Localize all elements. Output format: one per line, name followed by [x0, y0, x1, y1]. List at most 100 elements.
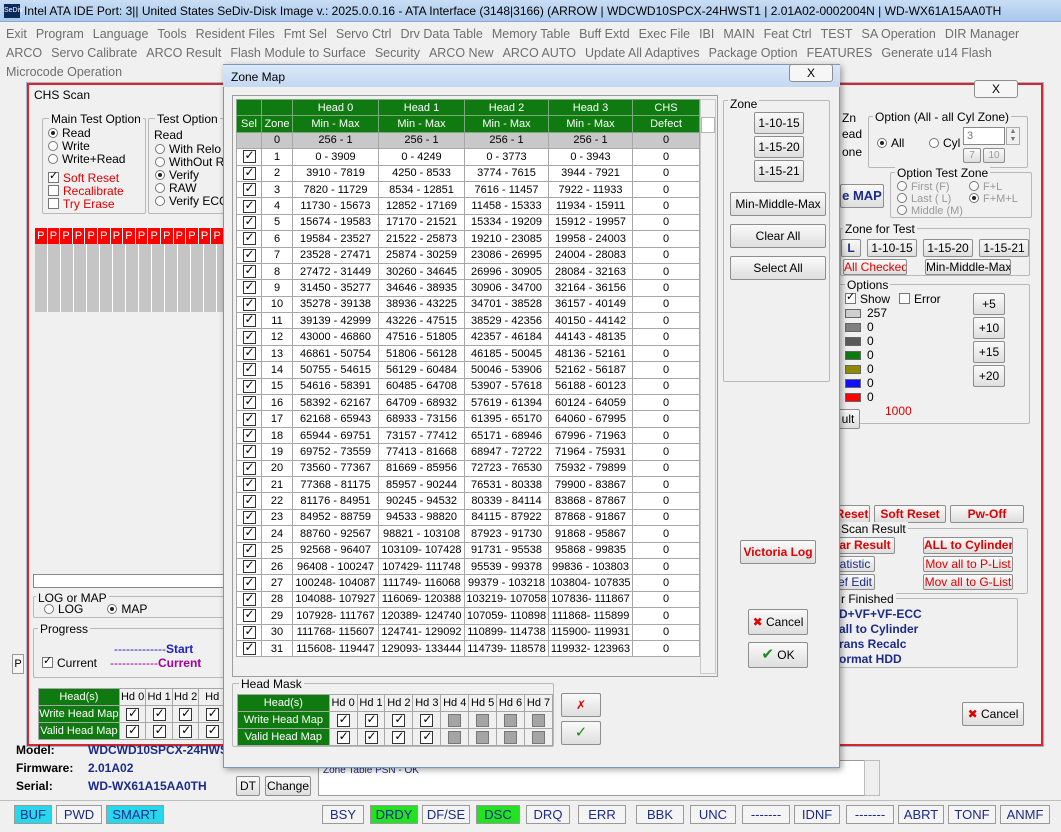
- zone-test-1-15-21-button[interactable]: 1-15-21: [979, 239, 1029, 257]
- zone-select-checkbox[interactable]: [236, 410, 262, 428]
- zone-test-l-button[interactable]: L: [841, 239, 861, 257]
- zone-select-checkbox[interactable]: [236, 197, 262, 215]
- zone-ok-button[interactable]: ✔ OK: [748, 642, 808, 668]
- menu-sa-operation[interactable]: SA Operation: [862, 25, 936, 44]
- head-mask-cell[interactable]: [356, 728, 386, 746]
- side-tab-p[interactable]: P: [12, 654, 24, 674]
- zone-select-checkbox[interactable]: [236, 541, 262, 559]
- min-middle-max-button[interactable]: Min-Middle-Max: [730, 192, 826, 216]
- menu-program[interactable]: Program: [36, 25, 84, 44]
- zone-select-checkbox[interactable]: [236, 492, 262, 510]
- menu-test[interactable]: TEST: [821, 25, 853, 44]
- chs-head-cell[interactable]: [171, 705, 200, 723]
- test-zone-radio-1[interactable]: F+L: [969, 181, 1029, 193]
- zone-select-checkbox[interactable]: [236, 262, 262, 281]
- chs-head-cell[interactable]: [171, 722, 200, 740]
- menu-security[interactable]: Security: [375, 44, 420, 63]
- menu-arco[interactable]: ARCO: [6, 44, 42, 63]
- menu-servo-calibrate[interactable]: Servo Calibrate: [51, 44, 137, 63]
- soft-reset-button[interactable]: Soft Reset: [874, 505, 946, 523]
- table-row[interactable]: 1450755 - 5461556129 - 6048450046 - 5390…: [236, 361, 700, 379]
- table-row[interactable]: 2177368 - 8117585957 - 9024476531 - 8033…: [236, 475, 700, 494]
- table-row[interactable]: 10 - 39090 - 42490 - 37730 - 39430: [236, 148, 700, 166]
- head-mask-cell[interactable]: [356, 711, 386, 729]
- table-row[interactable]: 2696408 - 100247107429- 11174895539 - 99…: [236, 557, 700, 576]
- test-zone-radio-2[interactable]: Last ( L): [897, 193, 969, 205]
- zone-test-1-15-20-button[interactable]: 1-15-20: [923, 239, 973, 257]
- head-mask-cell[interactable]: [384, 728, 414, 746]
- head-mask-apply-button[interactable]: ✓: [561, 721, 601, 745]
- zone-map-button[interactable]: e MAP: [840, 184, 884, 208]
- menu-package-option[interactable]: Package Option: [709, 44, 798, 63]
- table-row[interactable]: 1243000 - 4686047516 - 5180542357 - 4618…: [236, 328, 700, 346]
- pw-off-button[interactable]: Pw-Off: [950, 505, 1024, 523]
- zone-select-checkbox[interactable]: [236, 590, 262, 609]
- table-row[interactable]: 1139139 - 4299943226 - 4751538529 - 4235…: [236, 312, 700, 330]
- log-map-radio-map[interactable]: MAP: [107, 602, 147, 616]
- table-row[interactable]: 1554616 - 5839160485 - 6470853907 - 5761…: [236, 377, 700, 396]
- head-mask-cell[interactable]: [524, 711, 553, 729]
- radio-cyl[interactable]: Cyl: [929, 137, 960, 150]
- finished-option[interactable]: ormat HDD: [839, 652, 922, 667]
- chs-head-cell[interactable]: [198, 722, 226, 740]
- table-row[interactable]: 27100248- 104087111749- 11606899379 - 10…: [236, 574, 700, 592]
- chs-head-cell[interactable]: [145, 705, 173, 723]
- zone-select-checkbox[interactable]: [236, 295, 262, 314]
- table-row[interactable]: 2281176 - 8495190245 - 9453280339 - 8411…: [236, 492, 700, 510]
- head-mask-cell[interactable]: [524, 728, 553, 746]
- zone-select-checkbox[interactable]: [236, 312, 262, 330]
- radio-all[interactable]: All: [877, 137, 904, 150]
- zone-preset-button-1-15-20[interactable]: 1-15-20: [754, 136, 804, 158]
- table-row[interactable]: 1658392 - 6216764709 - 6893257619 - 6139…: [236, 394, 700, 412]
- check-try-erase[interactable]: Try Erase: [48, 198, 125, 211]
- zone-select-checkbox[interactable]: [236, 164, 262, 182]
- menu-tools[interactable]: Tools: [157, 25, 186, 44]
- menu-arco-new[interactable]: ARCO New: [429, 44, 494, 63]
- current-checkbox[interactable]: Current: [42, 655, 97, 670]
- menu-flash-module-to-surface[interactable]: Flash Module to Surface: [230, 44, 366, 63]
- all-checked-button[interactable]: All Checked: [843, 259, 907, 275]
- chs-head-cell[interactable]: [118, 722, 147, 740]
- zone-table-scroll-thumb[interactable]: [701, 117, 715, 133]
- cyl-10-button[interactable]: 10: [983, 148, 1005, 163]
- chs-head-cell[interactable]: [118, 705, 147, 723]
- menu-feat-ctrl[interactable]: Feat Ctrl: [764, 25, 812, 44]
- menu-exec-file[interactable]: Exec File: [639, 25, 690, 44]
- menu-microcode-operation[interactable]: Microcode Operation: [6, 63, 122, 82]
- zone-select-checkbox[interactable]: [236, 508, 262, 527]
- zone-select-checkbox[interactable]: [236, 557, 262, 576]
- finished-option[interactable]: all to Cylinder: [839, 622, 922, 637]
- mov-all-to-p-list-button[interactable]: Mov all to P-List: [923, 556, 1013, 572]
- cyl-7-button[interactable]: 7: [963, 148, 981, 163]
- table-row[interactable]: 2073560 - 7736781669 - 8595672723 - 7653…: [236, 459, 700, 477]
- test-zone-radio-4[interactable]: Middle (M): [897, 205, 969, 217]
- table-row[interactable]: 411730 - 1567312852 - 1716911458 - 15333…: [236, 197, 700, 215]
- head-mask-cell[interactable]: [440, 711, 470, 729]
- zone-select-checkbox[interactable]: [236, 623, 262, 641]
- chs-head-cell[interactable]: [198, 705, 226, 723]
- zone-select-checkbox[interactable]: [236, 607, 262, 625]
- menu-exit[interactable]: Exit: [6, 25, 27, 44]
- zone-map-close-button[interactable]: X: [789, 64, 833, 82]
- head-mask-cell[interactable]: [496, 711, 525, 729]
- menu-buff-extd[interactable]: Buff Extd: [579, 25, 630, 44]
- table-row[interactable]: 23910 - 78194250 - 85333774 - 76153944 -…: [236, 164, 700, 182]
- table-row[interactable]: 1762168 - 6594368933 - 7315661395 - 6517…: [236, 410, 700, 428]
- test-option-radio-4[interactable]: Verify ECC: [155, 195, 231, 208]
- zone-select-checkbox[interactable]: [236, 213, 262, 232]
- zone-select-checkbox[interactable]: [236, 377, 262, 396]
- statistic-button[interactable]: atistic: [835, 556, 875, 572]
- menu-dir-manager[interactable]: DIR Manager: [945, 25, 1019, 44]
- head-mask-cell[interactable]: [468, 728, 498, 746]
- menu-memory-table[interactable]: Memory Table: [492, 25, 570, 44]
- increment-button[interactable]: +20: [973, 365, 1005, 387]
- table-row[interactable]: 515674 - 1958317170 - 2152115334 - 19209…: [236, 213, 700, 232]
- main-test-radio-write-read[interactable]: Write+Read: [48, 153, 125, 166]
- zone-test-1-10-15-button[interactable]: 1-10-15: [867, 239, 917, 257]
- zone-select-checkbox[interactable]: [236, 328, 262, 346]
- table-row[interactable]: 1969752 - 7355977413 - 8166868947 - 7272…: [236, 443, 700, 461]
- zone-select-checkbox[interactable]: [236, 639, 262, 658]
- finished-option[interactable]: D+VF+VF-ECC: [839, 607, 922, 622]
- table-row[interactable]: 931450 - 3527734646 - 3893530906 - 34700…: [236, 279, 700, 297]
- menu-ibi[interactable]: IBI: [699, 25, 714, 44]
